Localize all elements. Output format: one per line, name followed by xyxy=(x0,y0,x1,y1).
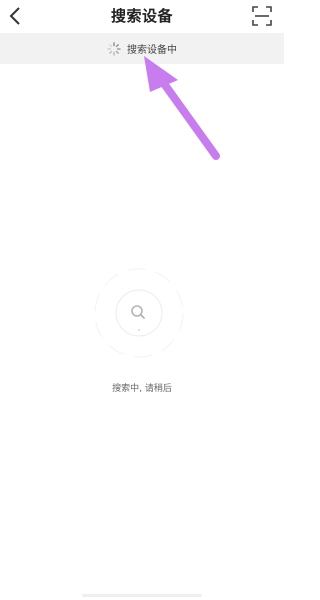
search-radar xyxy=(94,268,184,358)
scan-icon xyxy=(252,6,272,26)
searching-hint: 搜索中, 请稍后 xyxy=(112,384,172,394)
loading-spinner-icon xyxy=(107,41,121,56)
top-navigation-bar: 搜索设备 xyxy=(0,0,284,33)
scan-button[interactable] xyxy=(252,6,272,26)
home-indicator xyxy=(82,594,202,597)
searching-status-text: 搜索设备中 xyxy=(127,45,177,56)
searching-status-bar: 搜索设备中 xyxy=(0,33,284,64)
page-title: 搜索设备 xyxy=(110,7,173,25)
